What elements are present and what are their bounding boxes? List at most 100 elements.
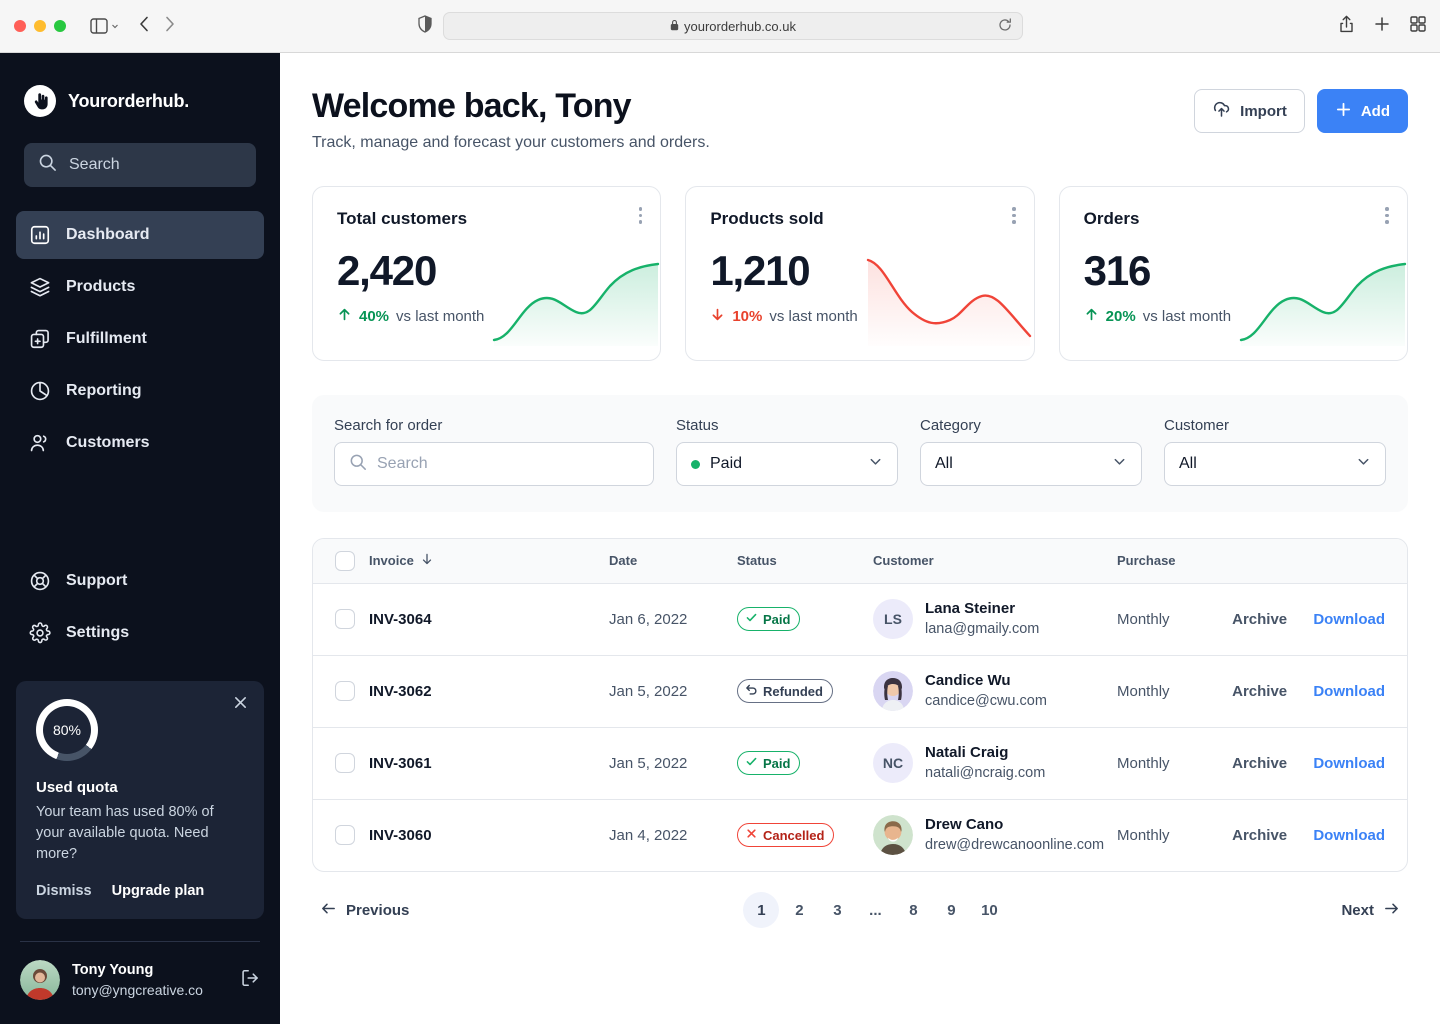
dismiss-button[interactable]: Dismiss <box>36 883 92 899</box>
sidebar-item-label: Customers <box>66 434 150 451</box>
sidebar-item-customers[interactable]: Customers <box>16 419 264 467</box>
logout-icon[interactable] <box>240 968 260 993</box>
table-row[interactable]: INV-3060 Jan 4, 2022 Cancelled Drew Cano… <box>313 799 1407 871</box>
row-checkbox[interactable] <box>335 753 355 773</box>
customer-select[interactable]: All <box>1164 442 1386 486</box>
previous-page-button[interactable]: Previous <box>320 900 409 921</box>
table-row[interactable]: INV-3062 Jan 5, 2022 Refunded Candice Wu… <box>313 655 1407 728</box>
sidebar-item-label: Dashboard <box>66 226 150 243</box>
quota-description: Your team has used 80% of your available… <box>36 804 214 862</box>
maximize-window-button[interactable] <box>54 20 66 32</box>
brand[interactable]: Yourorderhub. <box>0 85 280 117</box>
row-checkbox[interactable] <box>335 825 355 846</box>
check-circle-icon <box>745 611 758 627</box>
page-title: Welcome back, Tony <box>312 87 632 125</box>
page-header: Welcome back, Tony Track, manage and for… <box>312 85 1408 152</box>
page-button-3[interactable]: 3 <box>819 892 855 928</box>
share-icon[interactable] <box>1339 15 1354 38</box>
table-row[interactable]: INV-3061 Jan 5, 2022 Paid NC Natali Crai… <box>313 727 1407 800</box>
status-badge: Paid <box>737 607 801 631</box>
sidebar-item-settings[interactable]: Settings <box>16 609 264 657</box>
sidebar-item-label: Reporting <box>66 382 142 399</box>
copy-box-icon <box>28 327 52 351</box>
field-label: Search for order <box>334 417 443 434</box>
column-purchase[interactable]: Purchase <box>1117 539 1227 584</box>
import-button[interactable]: Import <box>1194 89 1305 133</box>
next-page-button[interactable]: Next <box>1341 900 1400 921</box>
row-checkbox[interactable] <box>335 681 355 701</box>
kebab-menu-icon[interactable] <box>1385 207 1389 224</box>
status-label: Refunded <box>763 683 823 699</box>
sidebar-item-support[interactable]: Support <box>16 557 264 605</box>
close-window-button[interactable] <box>14 20 26 32</box>
minimize-window-button[interactable] <box>34 20 46 32</box>
window-traffic-lights[interactable] <box>14 20 66 32</box>
tabs-grid-icon[interactable] <box>1410 15 1426 37</box>
column-customer[interactable]: Customer <box>873 539 1117 584</box>
sidebar-item-reporting[interactable]: Reporting <box>16 367 264 415</box>
address-bar[interactable]: yourorderhub.co.uk <box>443 12 1023 40</box>
status-label: Paid <box>763 611 791 627</box>
page-subtitle: Track, manage and forecast your customer… <box>312 134 710 151</box>
row-checkbox[interactable] <box>335 609 355 629</box>
forward-button[interactable] <box>165 16 175 37</box>
chevron-down-icon <box>1112 454 1127 474</box>
invoice-date: Jan 4, 2022 <box>609 826 688 844</box>
search-input[interactable]: Search <box>334 442 654 486</box>
arrow-left-icon <box>320 900 337 921</box>
privacy-shield-icon[interactable] <box>417 14 433 38</box>
status-badge: Refunded <box>737 679 833 703</box>
reload-icon[interactable] <box>998 17 1012 35</box>
sidebar-toggle-icon[interactable] <box>90 18 119 34</box>
column-actions <box>1227 539 1407 584</box>
url-text: yourorderhub.co.uk <box>683 18 796 34</box>
close-icon[interactable] <box>233 695 248 715</box>
category-select[interactable]: All <box>920 442 1142 486</box>
brand-name: Yourorderhub. <box>68 90 190 111</box>
download-button[interactable]: Download <box>1313 683 1385 700</box>
sidebar-item-fulfillment[interactable]: Fulfillment <box>16 315 264 363</box>
pie-chart-icon <box>28 379 52 403</box>
new-tab-button[interactable] <box>1374 16 1390 37</box>
field-label: Status <box>676 417 719 434</box>
column-label: Customer <box>873 553 934 569</box>
archive-button[interactable]: Archive <box>1232 755 1287 772</box>
page-button-10[interactable]: 10 <box>971 892 1007 928</box>
kebab-menu-icon[interactable] <box>638 207 643 224</box>
archive-button[interactable]: Archive <box>1232 683 1287 700</box>
page-button-1[interactable]: 1 <box>743 892 780 928</box>
sidebar-item-dashboard[interactable]: Dashboard <box>16 211 264 259</box>
status-select[interactable]: Paid <box>676 442 898 486</box>
download-button[interactable]: Download <box>1313 611 1385 628</box>
upgrade-plan-button[interactable]: Upgrade plan <box>112 883 205 899</box>
kebab-menu-icon[interactable] <box>1012 207 1016 224</box>
select-all-checkbox[interactable] <box>335 550 355 571</box>
customer-email: lana@gmaily.com <box>925 621 1040 637</box>
page-button-9[interactable]: 9 <box>933 892 969 928</box>
sidebar-search-input[interactable]: Search <box>24 143 256 187</box>
column-invoice[interactable]: Invoice <box>369 539 609 584</box>
cloud-upload-icon <box>1212 100 1231 123</box>
archive-button[interactable]: Archive <box>1232 611 1287 628</box>
page-button-8[interactable]: 8 <box>895 892 931 928</box>
avatar: LS <box>873 599 913 639</box>
avatar <box>20 960 60 1000</box>
avatar <box>873 671 913 711</box>
layers-icon <box>28 275 52 299</box>
download-button[interactable]: Download <box>1313 755 1385 772</box>
table-row[interactable]: INV-3064 Jan 6, 2022 Paid LS Lana Steine… <box>313 583 1407 656</box>
quota-card: 80% Used quota Your team has used 80% of… <box>16 681 264 919</box>
sidebar-item-products[interactable]: Products <box>16 263 264 311</box>
back-button[interactable] <box>139 16 149 37</box>
column-date[interactable]: Date <box>609 539 737 584</box>
quota-progress-ring: 80% <box>36 699 98 761</box>
column-status[interactable]: Status <box>737 539 873 584</box>
chart-bar-icon <box>28 223 52 247</box>
page-button-2[interactable]: 2 <box>781 892 817 928</box>
next-label: Next <box>1341 901 1374 919</box>
archive-button[interactable]: Archive <box>1232 827 1287 844</box>
add-button[interactable]: Add <box>1316 89 1408 133</box>
user-profile[interactable]: Tony Young tony@yngcreative.co <box>0 942 280 1024</box>
download-button[interactable]: Download <box>1313 827 1385 844</box>
lifebuoy-icon <box>28 569 52 593</box>
